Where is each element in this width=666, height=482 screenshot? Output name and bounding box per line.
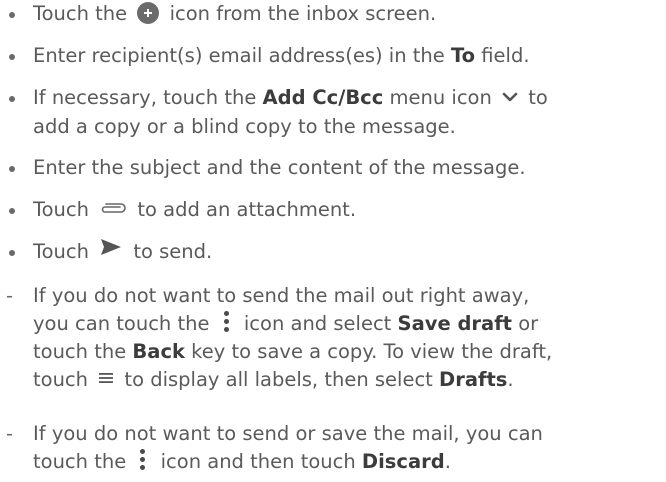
note-text: icon and then touch — [154, 450, 362, 473]
note-line: If you do not want to send or save the m… — [33, 422, 543, 445]
item-text: field. — [475, 44, 530, 67]
item-text: Touch — [33, 240, 96, 263]
note-text: to display all labels, then select — [118, 368, 440, 391]
note-line: touch the Back key to save a copy. To vi… — [33, 338, 660, 366]
back-key-label: Back — [132, 340, 185, 363]
to-field-label: To — [450, 44, 476, 67]
paperclip-icon — [99, 195, 127, 223]
item-text: icon from the inbox screen. — [163, 2, 437, 25]
menu-icon — [98, 365, 114, 393]
compose-plus-icon — [137, 1, 160, 24]
item-text: If necessary, touch the — [33, 86, 263, 109]
note-text: touch the — [33, 450, 133, 473]
note-text: touch — [33, 368, 95, 391]
dash-marker: - — [6, 422, 14, 445]
note-text: or — [512, 312, 539, 335]
item-text: Enter the subject and the content of the… — [33, 156, 526, 179]
chevron-down-icon — [502, 83, 518, 111]
note-line: touch the icon and then touch Discard. — [33, 448, 660, 476]
note-line: you can touch the icon and select Save d… — [33, 310, 660, 338]
item-text: Touch the — [33, 2, 134, 25]
discard-label: Discard — [361, 450, 445, 473]
email-compose-instructions: Touch the icon from the inbox screen. En… — [0, 0, 666, 482]
note-text: . — [507, 368, 514, 391]
item-text: menu icon — [383, 86, 499, 109]
note-text: . — [444, 450, 451, 473]
note-text: icon and select — [237, 312, 398, 335]
item-text: to send. — [127, 240, 213, 263]
item-text: Touch — [33, 198, 96, 221]
send-icon — [99, 237, 123, 265]
dash-marker: - — [6, 284, 14, 307]
note-text: touch the — [33, 340, 133, 363]
note-text: you can touch the — [33, 312, 216, 335]
more-vert-icon — [222, 310, 232, 333]
note-line: If you do not want to send the mail out … — [33, 284, 530, 307]
item-line: add a copy or a blind copy to the messag… — [33, 114, 456, 138]
add-cc-bcc-label: Add Cc/Bcc — [262, 86, 384, 109]
item-text: to — [522, 86, 548, 109]
save-draft-label: Save draft — [397, 312, 512, 335]
note-line: touch to display all labels, then select… — [33, 366, 660, 395]
item-line: If necessary, touch the Add Cc/Bcc menu … — [33, 84, 660, 113]
more-vert-icon — [138, 448, 148, 471]
note-text: key to save a copy. To view the draft, — [184, 340, 553, 363]
drafts-label: Drafts — [439, 368, 508, 391]
item-text: to add an attachment. — [131, 198, 357, 221]
item-text: Enter recipient(s) email address(es) in … — [33, 44, 451, 67]
